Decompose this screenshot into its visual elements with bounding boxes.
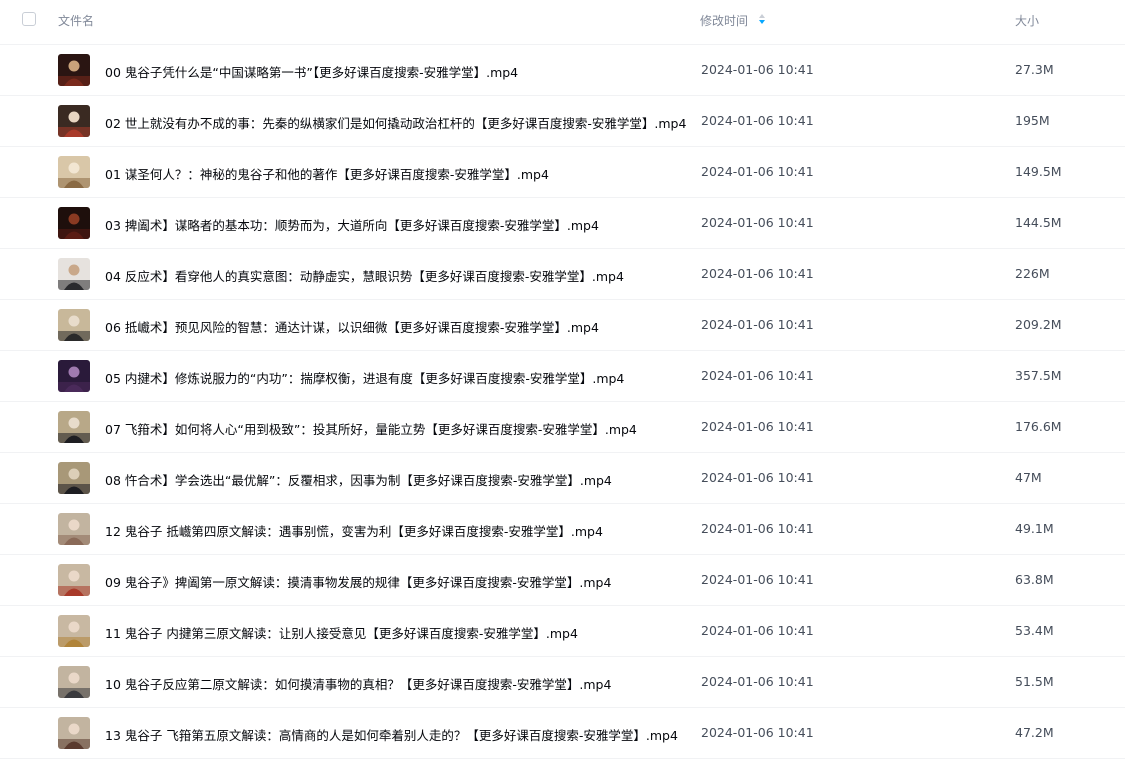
file-modified-time: 2024-01-06 10:41 (701, 419, 814, 434)
column-header-size[interactable]: 大小 (1015, 12, 1039, 29)
file-modified-time: 2024-01-06 10:41 (701, 266, 814, 281)
video-thumbnail[interactable] (58, 309, 90, 341)
file-name[interactable]: 05 内揵术】修炼说服力的“内功”：揣摩权衡，进退有度【更多好课百度搜索-安雅学… (105, 368, 624, 387)
file-modified-time: 2024-01-06 10:41 (701, 368, 814, 383)
video-thumbnail[interactable] (58, 666, 90, 698)
file-name[interactable]: 11 鬼谷子 内揵第三原文解读：让别人接受意见【更多好课百度搜索-安雅学堂】.m… (105, 623, 578, 642)
file-name[interactable]: 07 飞箝术】如何将人心“用到极致”：投其所好，量能立势【更多好课百度搜索-安雅… (105, 419, 637, 438)
file-name[interactable]: 13 鬼谷子 飞箝第五原文解读：高情商的人是如何牵着别人走的？【更多好课百度搜索… (105, 725, 678, 744)
file-row[interactable]: 12 鬼谷子 抵巇第四原文解读：遇事别慌，变害为利【更多好课百度搜索-安雅学堂】… (0, 504, 1125, 555)
file-size: 51.5M (1015, 674, 1054, 689)
file-row[interactable]: 03 捭阖术】谋略者的基本功：顺势而为，大道所向【更多好课百度搜索-安雅学堂】.… (0, 198, 1125, 249)
file-modified-time: 2024-01-06 10:41 (701, 674, 814, 689)
file-modified-time: 2024-01-06 10:41 (701, 572, 814, 587)
file-modified-time: 2024-01-06 10:41 (701, 317, 814, 332)
video-thumbnail[interactable] (58, 462, 90, 494)
file-modified-time: 2024-01-06 10:41 (701, 113, 814, 128)
file-row[interactable]: 00 鬼谷子凭什么是“中国谋略第一书”【更多好课百度搜索-安雅学堂】.mp4 20… (0, 45, 1125, 96)
file-name[interactable]: 12 鬼谷子 抵巇第四原文解读：遇事别慌，变害为利【更多好课百度搜索-安雅学堂】… (105, 521, 603, 540)
select-all-checkbox[interactable] (22, 12, 36, 26)
file-row[interactable]: 02 世上就没有办不成的事：先秦的纵横家们是如何撬动政治杠杆的【更多好课百度搜索… (0, 96, 1125, 147)
file-size: 195M (1015, 113, 1050, 128)
file-size: 226M (1015, 266, 1050, 281)
file-size: 49.1M (1015, 521, 1054, 536)
column-header-time[interactable]: 修改时间 (700, 12, 748, 29)
video-thumbnail[interactable] (58, 717, 90, 749)
file-modified-time: 2024-01-06 10:41 (701, 623, 814, 638)
video-thumbnail[interactable] (58, 207, 90, 239)
sort-icon[interactable] (758, 12, 766, 26)
column-header-name[interactable]: 文件名 (58, 12, 94, 29)
file-size: 27.3M (1015, 62, 1054, 77)
file-size: 176.6M (1015, 419, 1062, 434)
file-row[interactable]: 01 谋圣何人？：神秘的鬼谷子和他的著作【更多好课百度搜索-安雅学堂】.mp4 2… (0, 147, 1125, 198)
file-size: 209.2M (1015, 317, 1062, 332)
file-size: 144.5M (1015, 215, 1062, 230)
file-modified-time: 2024-01-06 10:41 (701, 62, 814, 77)
video-thumbnail[interactable] (58, 411, 90, 443)
file-name[interactable]: 10 鬼谷子反应第二原文解读：如何摸清事物的真相？【更多好课百度搜索-安雅学堂】… (105, 674, 611, 693)
file-list: 文件名 修改时间 大小 00 鬼谷子凭什么是“中国谋略第一书”【更多好课百度搜索… (0, 0, 1125, 759)
file-name[interactable]: 03 捭阖术】谋略者的基本功：顺势而为，大道所向【更多好课百度搜索-安雅学堂】.… (105, 215, 599, 234)
file-row[interactable]: 07 飞箝术】如何将人心“用到极致”：投其所好，量能立势【更多好课百度搜索-安雅… (0, 402, 1125, 453)
video-thumbnail[interactable] (58, 105, 90, 137)
file-name[interactable]: 02 世上就没有办不成的事：先秦的纵横家们是如何撬动政治杠杆的【更多好课百度搜索… (105, 113, 686, 132)
file-size: 53.4M (1015, 623, 1054, 638)
file-row[interactable]: 06 抵巇术】预见风险的智慧：通达计谋，以识细微【更多好课百度搜索-安雅学堂】.… (0, 300, 1125, 351)
file-modified-time: 2024-01-06 10:41 (701, 725, 814, 740)
file-name[interactable]: 04 反应术】看穿他人的真实意图：动静虚实，慧眼识势【更多好课百度搜索-安雅学堂… (105, 266, 624, 285)
file-size: 149.5M (1015, 164, 1062, 179)
file-size: 63.8M (1015, 572, 1054, 587)
file-modified-time: 2024-01-06 10:41 (701, 521, 814, 536)
video-thumbnail[interactable] (58, 54, 90, 86)
video-thumbnail[interactable] (58, 615, 90, 647)
video-thumbnail[interactable] (58, 360, 90, 392)
file-row[interactable]: 13 鬼谷子 飞箝第五原文解读：高情商的人是如何牵着别人走的？【更多好课百度搜索… (0, 708, 1125, 759)
file-name[interactable]: 06 抵巇术】预见风险的智慧：通达计谋，以识细微【更多好课百度搜索-安雅学堂】.… (105, 317, 599, 336)
file-size: 47.2M (1015, 725, 1054, 740)
file-row[interactable]: 09 鬼谷子》捭阖第一原文解读：摸清事物发展的规律【更多好课百度搜索-安雅学堂】… (0, 555, 1125, 606)
file-modified-time: 2024-01-06 10:41 (701, 164, 814, 179)
file-size: 357.5M (1015, 368, 1062, 383)
file-name[interactable]: 09 鬼谷子》捭阖第一原文解读：摸清事物发展的规律【更多好课百度搜索-安雅学堂】… (105, 572, 611, 591)
video-thumbnail[interactable] (58, 564, 90, 596)
file-modified-time: 2024-01-06 10:41 (701, 470, 814, 485)
video-thumbnail[interactable] (58, 513, 90, 545)
video-thumbnail[interactable] (58, 156, 90, 188)
file-name[interactable]: 08 忤合术】学会选出“最优解”：反覆相求，因事为制【更多好课百度搜索-安雅学堂… (105, 470, 612, 489)
file-size: 47M (1015, 470, 1042, 485)
file-row[interactable]: 11 鬼谷子 内揵第三原文解读：让别人接受意见【更多好课百度搜索-安雅学堂】.m… (0, 606, 1125, 657)
file-name[interactable]: 01 谋圣何人？：神秘的鬼谷子和他的著作【更多好课百度搜索-安雅学堂】.mp4 (105, 164, 549, 183)
file-list-header: 文件名 修改时间 大小 (0, 0, 1125, 45)
file-row[interactable]: 05 内揵术】修炼说服力的“内功”：揣摩权衡，进退有度【更多好课百度搜索-安雅学… (0, 351, 1125, 402)
file-row[interactable]: 08 忤合术】学会选出“最优解”：反覆相求，因事为制【更多好课百度搜索-安雅学堂… (0, 453, 1125, 504)
file-row[interactable]: 04 反应术】看穿他人的真实意图：动静虚实，慧眼识势【更多好课百度搜索-安雅学堂… (0, 249, 1125, 300)
file-name[interactable]: 00 鬼谷子凭什么是“中国谋略第一书”【更多好课百度搜索-安雅学堂】.mp4 (105, 62, 518, 81)
video-thumbnail[interactable] (58, 258, 90, 290)
file-row[interactable]: 10 鬼谷子反应第二原文解读：如何摸清事物的真相？【更多好课百度搜索-安雅学堂】… (0, 657, 1125, 708)
file-modified-time: 2024-01-06 10:41 (701, 215, 814, 230)
